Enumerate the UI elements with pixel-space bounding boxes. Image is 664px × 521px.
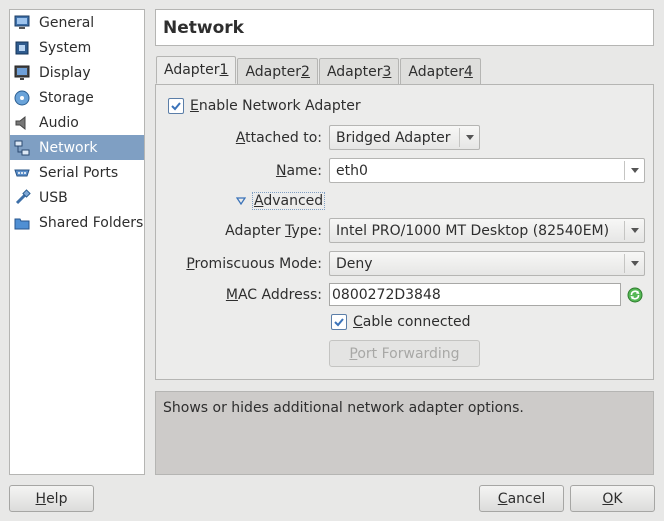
advanced-toggle[interactable]: Advanced	[236, 192, 326, 210]
cancel-button[interactable]: Cancel	[479, 485, 564, 512]
sidebar-item-label: Shared Folders	[39, 214, 144, 231]
sidebar-item-label: USB	[39, 189, 68, 206]
name-label: Name:	[275, 163, 322, 179]
sidebar-item-label: Serial Ports	[39, 164, 119, 181]
attached-to-label: Attached to:	[235, 130, 322, 146]
sidebar-item-display[interactable]: Display	[10, 60, 144, 85]
adapter-type-label: Adapter Type:	[225, 223, 322, 239]
help-description-box: Shows or hides additional network adapte…	[155, 391, 654, 475]
enable-adapter-label: Enable Network Adapter	[190, 98, 361, 114]
mac-address-input[interactable]: 0800272D3848	[329, 283, 621, 306]
storage-icon	[13, 89, 31, 107]
cable-connected-check[interactable]	[331, 314, 347, 330]
tab-adapter-4[interactable]: Adapter 4	[400, 58, 481, 85]
enable-adapter-checkbox[interactable]: Enable Network Adapter	[168, 98, 361, 114]
mac-address-label: MAC Address:	[225, 287, 322, 303]
usb-icon	[13, 188, 31, 207]
sidebar-item-label: Network	[39, 139, 98, 156]
page-title: Network	[155, 9, 654, 46]
adapter-tabs: Adapter 1 Adapter 2 Adapter 3 Adapter 4	[156, 56, 482, 85]
tab-adapter-3[interactable]: Adapter 3	[318, 58, 400, 85]
network-icon	[13, 139, 31, 157]
cable-connected-checkbox[interactable]: Cable connected	[331, 314, 471, 330]
sidebar-item-label: Storage	[39, 89, 94, 106]
page-title-text: Network	[163, 17, 244, 38]
sidebar-item-label: Display	[39, 64, 91, 81]
triangle-down-icon	[236, 197, 246, 205]
sidebar-item-label: System	[39, 39, 92, 56]
chevron-down-icon	[624, 161, 644, 180]
ok-button[interactable]: OK	[570, 485, 655, 512]
serial-port-icon	[13, 164, 31, 182]
sidebar-item-label: General	[39, 14, 95, 31]
help-button[interactable]: Help	[9, 485, 94, 512]
advanced-label: Advanced	[252, 192, 326, 210]
port-forwarding-button[interactable]: Port Forwarding	[329, 340, 480, 367]
sidebar-item-usb[interactable]: USB	[10, 185, 144, 210]
chip-icon	[13, 39, 31, 57]
sidebar-item-system[interactable]: System	[10, 35, 144, 60]
chevron-down-icon	[459, 128, 479, 147]
display-icon	[13, 64, 31, 82]
chevron-down-icon	[624, 221, 644, 240]
sidebar-item-network[interactable]: Network	[10, 135, 144, 160]
refresh-mac-icon[interactable]	[627, 287, 643, 303]
sidebar-item-general[interactable]: General	[10, 10, 144, 35]
sidebar-item-label: Audio	[39, 114, 79, 131]
help-description-text: Shows or hides additional network adapte…	[163, 400, 524, 416]
sidebar-item-shared-folders[interactable]: Shared Folders	[10, 210, 144, 235]
tab-adapter-2[interactable]: Adapter 2	[237, 58, 318, 85]
sidebar-item-serial-ports[interactable]: Serial Ports	[10, 160, 144, 185]
adapter-type-select[interactable]: Intel PRO/1000 MT Desktop (82540EM)	[329, 218, 645, 243]
enable-adapter-check[interactable]	[168, 98, 184, 114]
settings-sidebar: General System Display Storage Audio Net…	[9, 9, 145, 475]
promiscuous-mode-label: Promiscuous Mode:	[186, 256, 322, 272]
monitor-icon	[13, 14, 31, 32]
promiscuous-mode-select[interactable]: Deny	[329, 251, 645, 276]
folder-icon	[13, 214, 31, 232]
sidebar-item-storage[interactable]: Storage	[10, 85, 144, 110]
name-select[interactable]: eth0	[329, 158, 645, 183]
chevron-down-icon	[624, 254, 644, 273]
tab-adapter-1[interactable]: Adapter 1	[156, 56, 237, 84]
cable-connected-label: Cable connected	[353, 314, 471, 330]
sidebar-item-audio[interactable]: Audio	[10, 110, 144, 135]
attached-to-select[interactable]: Bridged Adapter	[329, 125, 480, 150]
adapter-panel: Enable Network Adapter Attached to: Brid…	[155, 84, 654, 380]
speaker-icon	[13, 114, 31, 132]
